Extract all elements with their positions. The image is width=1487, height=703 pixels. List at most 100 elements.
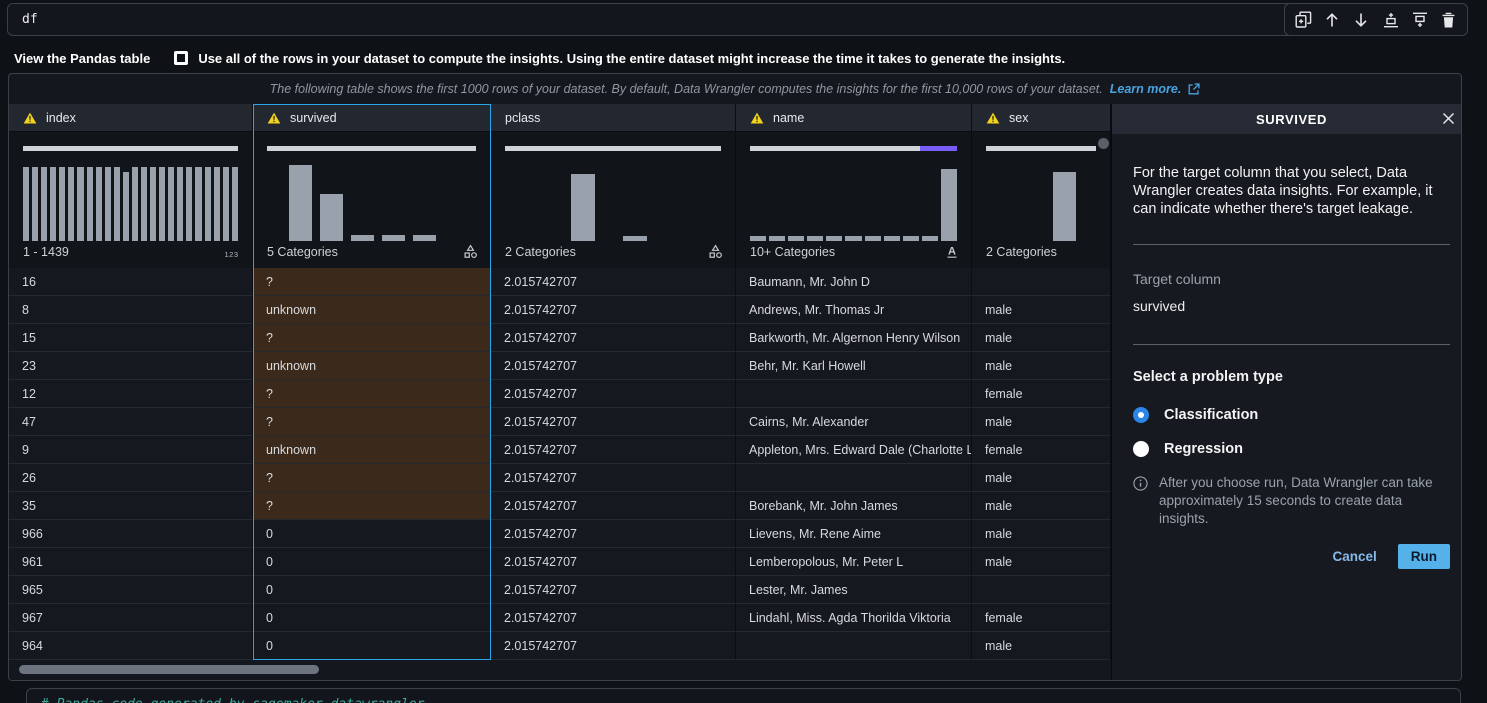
table-cell-sex: male [972,464,1111,492]
column-name-label: name [773,110,805,125]
column-header-index[interactable]: index [9,104,253,132]
text-icon[interactable]: A [945,244,959,259]
table-cell-pclass: 2.015742707 [491,324,736,352]
column-header-pclass[interactable]: pclass [491,104,736,132]
insert-cell-above-button[interactable] [1380,9,1402,31]
column-summary-pclass[interactable]: 2 Categories [491,132,736,268]
histogram-bar [68,166,75,241]
delete-cell-button[interactable] [1438,9,1460,31]
run-button[interactable]: Run [1397,544,1450,569]
completeness-segment [505,146,721,151]
column-summary-label: 1 - 1439 [23,245,69,259]
histogram-bar [750,236,767,241]
table-cell-pclass: 2.015742707 [491,380,736,408]
close-icon[interactable] [1442,112,1455,125]
external-link-icon[interactable] [1188,83,1200,95]
table-cell-pclass: 2.015742707 [491,296,736,324]
histogram-bar [231,166,238,241]
histogram [986,163,1096,241]
histogram-bar [845,236,862,241]
table-cell-name: Andrews, Mr. Thomas Jr [736,296,972,324]
table-cell-pclass: 2.015742707 [491,520,736,548]
radio-selected-icon[interactable] [1133,407,1149,423]
histogram-bar [141,166,148,241]
histogram [267,163,476,241]
column-summary-index[interactable]: 1 - 1439 123 [9,132,253,268]
column-name-label: index [46,110,76,125]
radio-classification[interactable]: Classification [1133,407,1450,423]
column-header-survived[interactable]: survived [253,104,491,132]
cell-action-toolbar [1284,3,1468,36]
table-cell-name: Lindahl, Miss. Agda Thorilda Viktoria [736,604,972,632]
move-cell-down-button[interactable] [1350,9,1372,31]
divider [1133,344,1450,345]
histogram-bar [883,236,900,241]
data-wrangler-container: The following table shows the first 1000… [8,73,1462,681]
table-cell-sex: male [972,408,1111,436]
radio-unselected-icon[interactable] [1133,441,1149,457]
shapes-icon[interactable] [708,244,723,259]
completeness-bar [23,146,238,151]
warning-icon [750,112,764,124]
histogram-bar [921,236,938,241]
table-cell-index: 9 [9,436,253,464]
table-cell-index: 964 [9,632,253,660]
insert-cell-below-button[interactable] [1409,9,1431,31]
target-column-value: survived [1133,298,1186,314]
histogram-bar [86,166,93,241]
next-code-cell[interactable]: # Pandas code generated by sagemaker dat… [26,688,1461,703]
histogram-bar [571,173,595,241]
svg-text:123: 123 [224,250,238,259]
table-cell-name: Lievens, Mr. Rene Aime [736,520,972,548]
table-cell-pclass: 2.015742707 [491,464,736,492]
histogram-bar [320,194,343,241]
histogram-bar [623,236,647,241]
table-cell-survived: ? [253,492,491,520]
histogram-bar [222,166,229,241]
table-cell-pclass: 2.015742707 [491,548,736,576]
code-comment[interactable]: # Pandas code generated by sagemaker dat… [41,697,425,703]
notebook-cell[interactable]: df [7,3,1466,36]
horizontal-scrollbar[interactable] [19,665,319,674]
info-note-row: After you choose run, Data Wrangler can … [1133,474,1450,528]
table-cell-pclass: 2.015742707 [491,436,736,464]
table-cell-index: 23 [9,352,253,380]
histogram-bar [864,236,881,241]
column-summary-survived[interactable]: 5 Categories [253,132,491,268]
use-all-rows-checkbox[interactable] [174,51,189,65]
radio-regression[interactable]: Regression [1133,441,1450,457]
column-header-sex[interactable]: sex [972,104,1111,132]
table-cell-survived: ? [253,268,491,296]
table-cell-name: Cairns, Mr. Alexander [736,408,972,436]
histogram-bar [788,236,805,241]
column-summary-sex[interactable]: 2 Categories [972,132,1111,268]
use-all-rows-label: Use all of the rows in your dataset to c… [198,50,1066,66]
duplicate-cell-button[interactable] [1292,9,1314,31]
divider [1133,244,1450,245]
column-header-name[interactable]: name [736,104,972,132]
numeric-icon[interactable]: 123 [223,249,240,259]
histogram-bar [159,166,166,241]
table-cell-sex [972,268,1111,296]
cell-input-text[interactable]: df [22,12,38,27]
move-cell-up-button[interactable] [1321,9,1343,31]
histogram-bar [177,166,184,241]
histogram-bar [940,169,958,241]
histogram-bar [902,236,919,241]
histogram-bar [351,234,374,241]
column-name: name 10+ Categories A Baumann, Mr. John D An… [736,104,972,660]
table-cell-survived: 0 [253,604,491,632]
table-cell-index: 8 [9,296,253,324]
table-cell-index: 15 [9,324,253,352]
cancel-button[interactable]: Cancel [1332,549,1376,564]
vertical-scrollbar-thumb[interactable] [1098,138,1109,149]
table-cell-name: Borebank, Mr. John James [736,492,972,520]
histogram-bar [289,164,312,241]
table-cell-index: 35 [9,492,253,520]
table-cell-survived: 0 [253,548,491,576]
histogram-bar [77,166,84,241]
table-cell-sex: female [972,436,1111,464]
column-summary-name[interactable]: 10+ Categories A [736,132,972,268]
shapes-icon[interactable] [463,244,478,259]
learn-more-link[interactable]: Learn more. [1110,82,1182,96]
